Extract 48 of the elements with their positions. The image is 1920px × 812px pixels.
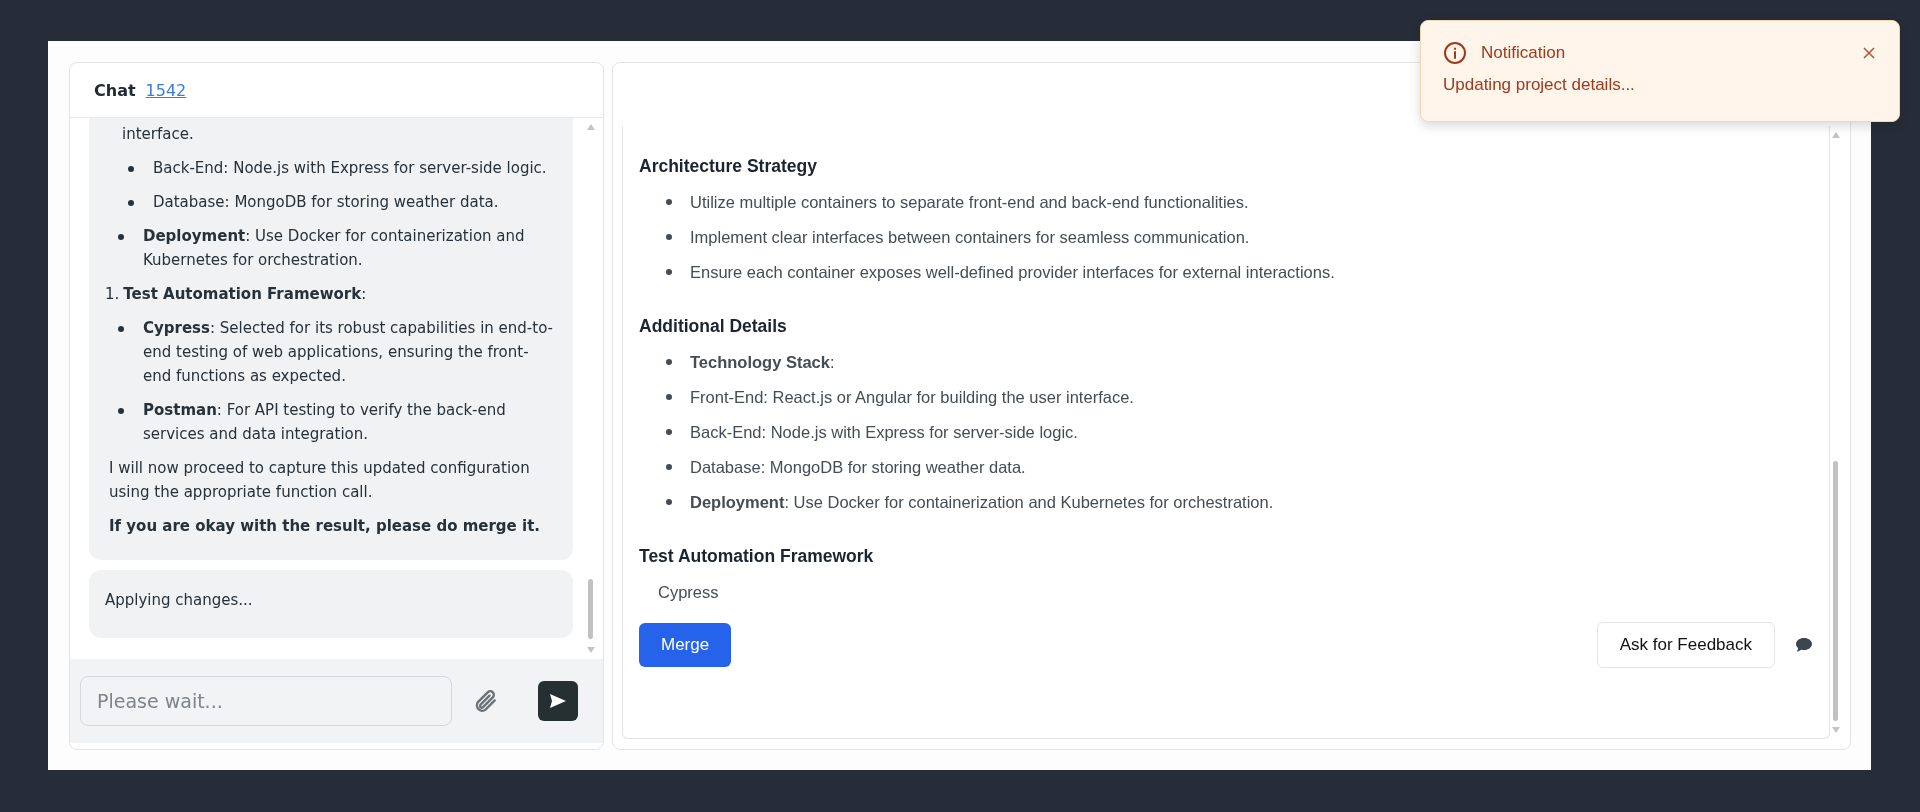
bullet-icon [666,394,672,400]
bullet-icon [666,234,672,240]
list-item-text: Utilize multiple containers to separate front-end and back-end functionalities. [690,192,1249,213]
send-button[interactable] [538,681,578,721]
message-text: Deployment: Use Docker for containerization and Kubernetes for orchestration. [143,226,526,271]
list-item-text: Cypress [658,582,719,603]
message-text: Postman: For API testing to verify the back-end services and data integration. [143,400,507,445]
message-text: Test Automation Framework: [123,284,367,305]
send-icon [549,693,567,709]
list-item-text: Implement clear interfaces between containers for seamless communication. [690,227,1250,248]
bullet-icon [128,166,134,172]
message-input[interactable]: Please wait... [80,676,452,726]
info-icon [1443,41,1467,65]
bullet-icon [118,234,124,240]
bullet-icon [128,200,134,206]
list-item-text: Technology Stack: [690,352,835,373]
message-text: Applying changes... [105,590,254,611]
message-text: I will now proceed to capture this updated configuration using the appropriate function call. [109,458,531,503]
list-item-text: Front-End: React.js or Angular for building the user interface. [690,387,1134,408]
section-heading: Test Automation Framework [639,545,875,568]
chat-title: Chat [94,80,136,100]
list-item-text: Database: MongoDB for storing weather data. [690,457,1026,478]
notification-title: Notification [1481,43,1566,63]
speech-bubble-icon[interactable] [1795,637,1813,653]
bullet-icon [666,359,672,365]
list-item-text: Back-End: Node.js with Express for server-side logic. [690,422,1078,443]
list-item-text: Ensure each container exposes well-defined provider interfaces for external interactions. [690,262,1335,283]
list-item-text: Deployment: Use Docker for containerization and Kubernetes for orchestration. [690,492,1274,513]
merge-button[interactable]: Merge [639,623,732,667]
message-text: Cypress: Selected for its robust capabilities in end-to-end testing of web applications, ensuring the front-end functions as expected. [143,318,553,387]
list-number: 1. [105,284,120,305]
bullet-icon [666,464,672,470]
bullet-icon [118,408,124,414]
section-heading: Additional Details [639,315,788,338]
close-button[interactable] [1861,45,1877,61]
bullet-icon [666,499,672,505]
bullet-icon [118,326,124,332]
message-text: If you are okay with the result, please do merge it. [109,516,541,537]
bullet-icon [666,269,672,275]
feedback-button[interactable]: Ask for Feedback [1596,622,1775,668]
message-text: Database: MongoDB for storing weather data. [153,192,499,213]
message-text: Back-End: Node.js with Express for server-side logic. [153,158,547,179]
bullet-icon [666,429,672,435]
chat-id-link[interactable]: 1542 [145,80,187,100]
notification-message: Updating project details... [1443,75,1636,95]
bullet-icon [666,199,672,205]
message-text: interface. [121,124,195,145]
section-heading: Architecture Strategy [639,155,818,178]
